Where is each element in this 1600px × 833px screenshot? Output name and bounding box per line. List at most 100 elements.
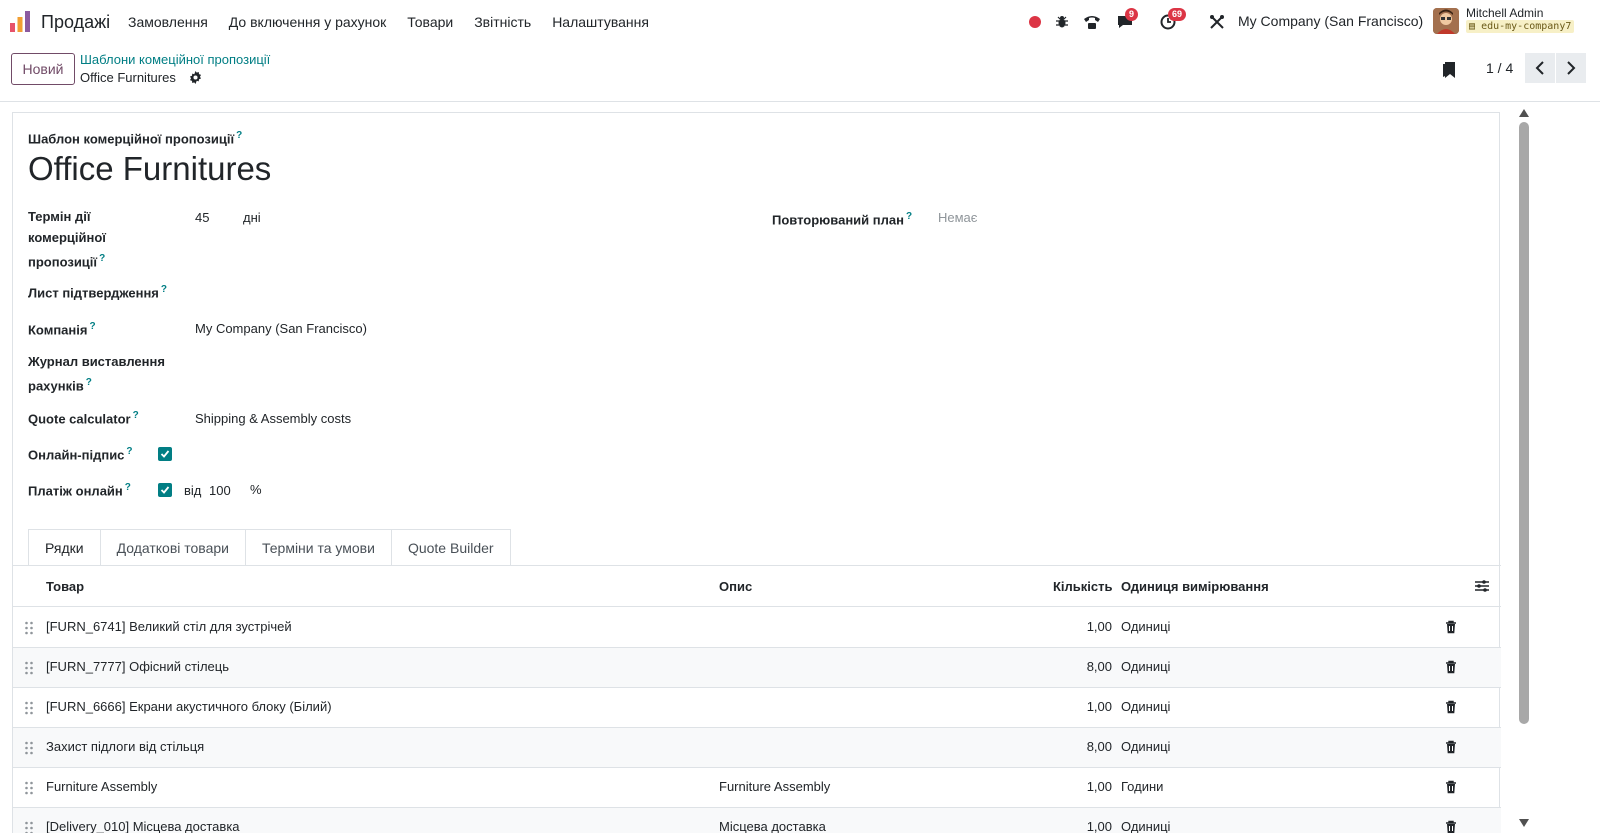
column-description[interactable]: Опис [719, 579, 752, 594]
validity-input[interactable]: 45 [195, 210, 209, 225]
cell-uom[interactable]: Години [1121, 779, 1163, 794]
tab-lines[interactable]: Рядки [28, 529, 101, 566]
menu-reporting[interactable]: Звітність [474, 14, 531, 30]
cell-product[interactable]: [FURN_7777] Офісний стілець [46, 659, 229, 674]
cell-quantity[interactable]: 1,00 [1032, 819, 1112, 833]
recurring-plan-label: Повторюваний план? [772, 211, 913, 228]
cell-uom[interactable]: Одиниці [1121, 819, 1170, 833]
table-row[interactable]: [FURN_6666] Екрани акустичного блоку (Бі… [13, 688, 1501, 728]
cell-product[interactable]: [Delivery_010] Місцева доставка [46, 819, 240, 833]
drag-handle-icon[interactable] [24, 781, 34, 795]
user-avatar[interactable] [1433, 8, 1459, 34]
company-label: Компанія? [28, 321, 96, 338]
invoicing-journal-select[interactable] [195, 358, 595, 380]
menu-products[interactable]: Товари [407, 14, 453, 30]
tools-icon[interactable] [1207, 12, 1227, 32]
cell-quantity[interactable]: 8,00 [1032, 739, 1112, 754]
gear-icon[interactable] [189, 71, 202, 84]
title-field-label: Шаблон комерційної пропозиції? [28, 130, 243, 147]
top-navbar: Продажі Замовлення До включення у рахуно… [0, 0, 1600, 44]
user-name[interactable]: Mitchell Admin [1466, 6, 1543, 20]
cell-description[interactable]: Місцева доставка [719, 819, 826, 833]
database-icon: ▤ [1469, 21, 1476, 32]
table-row[interactable]: [FURN_7777] Офісний стілець 8,00 Одиниці [13, 648, 1501, 688]
table-row[interactable]: Furniture Assembly Furniture Assembly 1,00… [13, 768, 1501, 808]
database-name: edu-my-company7 [1481, 21, 1572, 32]
pager-next-button[interactable] [1556, 53, 1586, 83]
delete-row-icon[interactable] [1445, 620, 1457, 634]
drag-handle-icon[interactable] [24, 701, 34, 715]
cell-uom[interactable]: Одиниці [1121, 659, 1170, 674]
tab-terms-conditions[interactable]: Терміни та умови [244, 529, 392, 566]
drag-handle-icon[interactable] [24, 821, 34, 833]
payment-percent-input[interactable]: 100 [209, 483, 231, 498]
record-title[interactable]: Office Furnitures [28, 150, 271, 188]
quote-calculator-label: Quote calculator? [28, 410, 139, 427]
column-quantity[interactable]: Кількість [1053, 579, 1113, 594]
confirmation-mail-label: Лист підтвердження? [28, 284, 167, 301]
activities-icon[interactable]: 69 [1158, 8, 1187, 32]
online-signature-checkbox[interactable] [158, 447, 172, 461]
table-row[interactable]: [Delivery_010] Місцева доставка Місцева д… [13, 808, 1501, 833]
cell-quantity[interactable]: 1,00 [1032, 779, 1112, 794]
drag-handle-icon[interactable] [24, 661, 34, 675]
main-menu: Замовлення До включення у рахунок Товари… [128, 14, 670, 30]
cell-uom[interactable]: Одиниці [1121, 619, 1170, 634]
validity-unit: дні [243, 210, 261, 225]
form-sheet: Шаблон комерційної пропозиції? Office Fu… [12, 112, 1501, 833]
scrollbar[interactable] [1516, 106, 1530, 833]
messages-badge: 9 [1125, 8, 1139, 21]
cell-quantity[interactable]: 1,00 [1032, 619, 1112, 634]
company-switcher[interactable]: My Company (San Francisco) [1238, 13, 1423, 29]
record-icon[interactable] [1025, 12, 1045, 32]
online-signature-label: Онлайн-підпис? [28, 446, 133, 463]
confirmation-mail-select[interactable] [195, 278, 595, 300]
sales-app-icon[interactable] [8, 10, 32, 34]
drag-handle-icon[interactable] [24, 621, 34, 635]
delete-row-icon[interactable] [1445, 820, 1457, 833]
quote-calculator-select[interactable]: Shipping & Assembly costs [195, 411, 351, 426]
bug-icon[interactable] [1052, 12, 1072, 32]
cell-product[interactable]: [FURN_6741] Великий стіл для зустрічей [46, 619, 292, 634]
breadcrumb-parent[interactable]: Шаблони комеційної пропозиції [80, 52, 270, 67]
scroll-thumb[interactable] [1519, 122, 1529, 724]
recurring-plan-select[interactable]: Немає [938, 210, 977, 225]
pager-value[interactable]: 1 / 4 [1486, 60, 1513, 76]
company-select[interactable]: My Company (San Francisco) [195, 321, 367, 336]
payment-prefix: від [184, 483, 202, 498]
cell-quantity[interactable]: 8,00 [1032, 659, 1112, 674]
chevron-left-icon [1535, 61, 1544, 75]
app-name[interactable]: Продажі [41, 12, 110, 33]
menu-to-invoice[interactable]: До включення у рахунок [229, 14, 387, 30]
tab-optional-products[interactable]: Додаткові товари [99, 529, 246, 566]
cell-product[interactable]: Furniture Assembly [46, 779, 157, 794]
delete-row-icon[interactable] [1445, 740, 1457, 754]
phone-icon[interactable] [1082, 12, 1102, 32]
online-payment-checkbox[interactable] [158, 483, 172, 497]
tab-quote-builder[interactable]: Quote Builder [390, 529, 511, 566]
messages-icon[interactable]: 9 [1115, 8, 1139, 32]
menu-orders[interactable]: Замовлення [128, 14, 208, 30]
delete-row-icon[interactable] [1445, 780, 1457, 794]
bookmark-icon[interactable] [1441, 61, 1457, 79]
cell-product[interactable]: [FURN_6666] Екрани акустичного блоку (Бі… [46, 699, 332, 714]
cell-description[interactable]: Furniture Assembly [719, 779, 830, 794]
drag-handle-icon[interactable] [24, 741, 34, 755]
table-row[interactable]: [FURN_6741] Великий стіл для зустрічей 1,… [13, 608, 1501, 648]
cell-quantity[interactable]: 1,00 [1032, 699, 1112, 714]
scroll-down-icon[interactable] [1518, 818, 1530, 828]
scroll-up-icon[interactable] [1518, 108, 1530, 118]
cell-uom[interactable]: Одиниці [1121, 739, 1170, 754]
online-payment-label: Платіж онлайн? [28, 482, 131, 499]
cell-uom[interactable]: Одиниці [1121, 699, 1170, 714]
delete-row-icon[interactable] [1445, 660, 1457, 674]
column-uom[interactable]: Одиниця вимірювання [1121, 579, 1269, 594]
menu-configuration[interactable]: Налаштування [552, 14, 649, 30]
column-settings-icon[interactable] [1475, 579, 1489, 593]
cell-product[interactable]: Захист підлоги від стільця [46, 739, 204, 754]
table-row[interactable]: Захист підлоги від стільця 8,00 Одиниці [13, 728, 1501, 768]
delete-row-icon[interactable] [1445, 700, 1457, 714]
column-product[interactable]: Товар [46, 579, 84, 594]
new-button[interactable]: Новий [11, 53, 75, 85]
pager-previous-button[interactable] [1525, 53, 1555, 83]
